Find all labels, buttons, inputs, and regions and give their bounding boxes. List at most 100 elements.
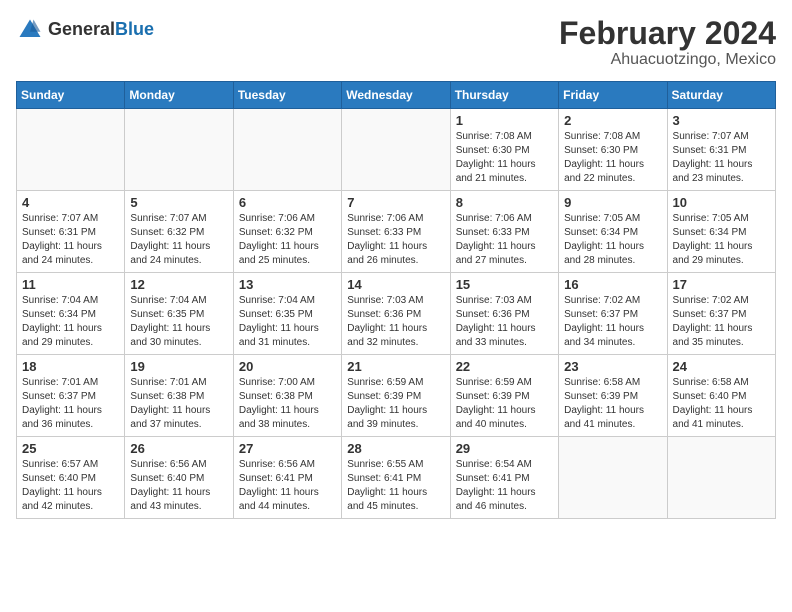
table-row: 15 Sunrise: 7:03 AM Sunset: 6:36 PM Dayli… xyxy=(450,273,558,355)
table-row xyxy=(233,109,341,191)
day-info: Sunrise: 7:04 AM Sunset: 6:35 PM Dayligh… xyxy=(130,294,227,350)
day-number: 13 xyxy=(239,277,336,292)
table-row xyxy=(342,109,450,191)
calendar-header-row: Sunday Monday Tuesday Wednesday Thursday… xyxy=(17,82,776,109)
header-thursday: Thursday xyxy=(450,82,558,109)
day-info: Sunrise: 6:59 AM Sunset: 6:39 PM Dayligh… xyxy=(456,376,553,432)
table-row: 4 Sunrise: 7:07 AM Sunset: 6:31 PM Daylig… xyxy=(17,191,125,273)
table-row: 12Sunrise: 7:04 AM Sunset: 6:35 PM Dayli… xyxy=(125,273,233,355)
day-info: Sunrise: 6:58 AM Sunset: 6:40 PM Dayligh… xyxy=(673,376,770,432)
table-row: 17 Sunrise: 7:02 AM Sunset: 6:37 PM Dayli… xyxy=(667,273,775,355)
day-info: Sunrise: 7:01 AM Sunset: 6:37 PM Dayligh… xyxy=(22,376,119,432)
day-info: Sunrise: 7:05 AM Sunset: 6:34 PM Dayligh… xyxy=(673,212,770,268)
table-row: 20 Sunrise: 7:00 AM Sunset: 6:38 PM Dayli… xyxy=(233,355,341,437)
day-number: 19 xyxy=(130,359,227,374)
table-row: 23 Sunrise: 6:58 AM Sunset: 6:39 PM Dayli… xyxy=(559,355,667,437)
logo-general: GeneralBlue xyxy=(48,20,154,40)
day-info: Sunrise: 6:56 AM Sunset: 6:40 PM Dayligh… xyxy=(130,458,227,514)
table-row xyxy=(559,437,667,519)
table-row xyxy=(667,437,775,519)
day-number: 11 xyxy=(22,277,119,292)
day-number: 20 xyxy=(239,359,336,374)
table-row: 6 Sunrise: 7:06 AM Sunset: 6:32 PM Daylig… xyxy=(233,191,341,273)
day-info: Sunrise: 7:08 AM Sunset: 6:30 PM Dayligh… xyxy=(456,130,553,186)
table-row xyxy=(17,109,125,191)
table-row: 24Sunrise: 6:58 AM Sunset: 6:40 PM Dayli… xyxy=(667,355,775,437)
day-number: 10 xyxy=(673,195,770,210)
table-row: 3Sunrise: 7:07 AM Sunset: 6:31 PM Daylig… xyxy=(667,109,775,191)
calendar-table: Sunday Monday Tuesday Wednesday Thursday… xyxy=(16,81,776,519)
day-number: 23 xyxy=(564,359,661,374)
table-row: 9 Sunrise: 7:05 AM Sunset: 6:34 PM Daylig… xyxy=(559,191,667,273)
day-info: Sunrise: 6:58 AM Sunset: 6:39 PM Dayligh… xyxy=(564,376,661,432)
day-number: 29 xyxy=(456,441,553,456)
table-row: 19 Sunrise: 7:01 AM Sunset: 6:38 PM Dayli… xyxy=(125,355,233,437)
day-number: 14 xyxy=(347,277,444,292)
table-row: 21Sunrise: 6:59 AM Sunset: 6:39 PM Dayli… xyxy=(342,355,450,437)
header-saturday: Saturday xyxy=(667,82,775,109)
location-title: Ahuacuotzingo, Mexico xyxy=(559,51,776,69)
day-info: Sunrise: 7:07 AM Sunset: 6:32 PM Dayligh… xyxy=(130,212,227,268)
day-info: Sunrise: 6:56 AM Sunset: 6:41 PM Dayligh… xyxy=(239,458,336,514)
table-row xyxy=(125,109,233,191)
day-number: 25 xyxy=(22,441,119,456)
day-info: Sunrise: 7:02 AM Sunset: 6:37 PM Dayligh… xyxy=(564,294,661,350)
day-info: Sunrise: 6:57 AM Sunset: 6:40 PM Dayligh… xyxy=(22,458,119,514)
day-info: Sunrise: 7:02 AM Sunset: 6:37 PM Dayligh… xyxy=(673,294,770,350)
day-info: Sunrise: 7:03 AM Sunset: 6:36 PM Dayligh… xyxy=(456,294,553,350)
logo-icon xyxy=(16,16,44,44)
day-number: 22 xyxy=(456,359,553,374)
header-friday: Friday xyxy=(559,82,667,109)
table-row: 16 Sunrise: 7:02 AM Sunset: 6:37 PM Dayli… xyxy=(559,273,667,355)
day-info: Sunrise: 7:04 AM Sunset: 6:35 PM Dayligh… xyxy=(239,294,336,350)
day-info: Sunrise: 7:03 AM Sunset: 6:36 PM Dayligh… xyxy=(347,294,444,350)
day-number: 26 xyxy=(130,441,227,456)
table-row: 13 Sunrise: 7:04 AM Sunset: 6:35 PM Dayli… xyxy=(233,273,341,355)
day-number: 27 xyxy=(239,441,336,456)
month-title: February 2024 xyxy=(559,16,776,51)
calendar-week-row: 1Sunrise: 7:08 AM Sunset: 6:30 PM Daylig… xyxy=(17,109,776,191)
day-info: Sunrise: 7:06 AM Sunset: 6:33 PM Dayligh… xyxy=(456,212,553,268)
table-row: 1Sunrise: 7:08 AM Sunset: 6:30 PM Daylig… xyxy=(450,109,558,191)
day-info: Sunrise: 7:07 AM Sunset: 6:31 PM Dayligh… xyxy=(22,212,119,268)
header: GeneralBlue February 2024 Ahuacuotzingo,… xyxy=(16,16,776,69)
day-number: 5 xyxy=(130,195,227,210)
day-info: Sunrise: 7:07 AM Sunset: 6:31 PM Dayligh… xyxy=(673,130,770,186)
day-number: 4 xyxy=(22,195,119,210)
table-row: 18 Sunrise: 7:01 AM Sunset: 6:37 PM Dayli… xyxy=(17,355,125,437)
day-info: Sunrise: 6:55 AM Sunset: 6:41 PM Dayligh… xyxy=(347,458,444,514)
header-monday: Monday xyxy=(125,82,233,109)
calendar-week-row: 11 Sunrise: 7:04 AM Sunset: 6:34 PM Dayli… xyxy=(17,273,776,355)
day-number: 6 xyxy=(239,195,336,210)
day-number: 2 xyxy=(564,113,661,128)
table-row: 28 Sunrise: 6:55 AM Sunset: 6:41 PM Dayli… xyxy=(342,437,450,519)
day-info: Sunrise: 7:00 AM Sunset: 6:38 PM Dayligh… xyxy=(239,376,336,432)
day-info: Sunrise: 7:06 AM Sunset: 6:32 PM Dayligh… xyxy=(239,212,336,268)
header-wednesday: Wednesday xyxy=(342,82,450,109)
logo: GeneralBlue xyxy=(16,16,154,44)
table-row: 11 Sunrise: 7:04 AM Sunset: 6:34 PM Dayli… xyxy=(17,273,125,355)
day-info: Sunrise: 7:04 AM Sunset: 6:34 PM Dayligh… xyxy=(22,294,119,350)
day-number: 15 xyxy=(456,277,553,292)
table-row: 8Sunrise: 7:06 AM Sunset: 6:33 PM Daylig… xyxy=(450,191,558,273)
table-row: 2Sunrise: 7:08 AM Sunset: 6:30 PM Daylig… xyxy=(559,109,667,191)
day-number: 18 xyxy=(22,359,119,374)
day-info: Sunrise: 7:06 AM Sunset: 6:33 PM Dayligh… xyxy=(347,212,444,268)
table-row: 22 Sunrise: 6:59 AM Sunset: 6:39 PM Dayli… xyxy=(450,355,558,437)
table-row: 25 Sunrise: 6:57 AM Sunset: 6:40 PM Dayli… xyxy=(17,437,125,519)
day-number: 17 xyxy=(673,277,770,292)
table-row: 29 Sunrise: 6:54 AM Sunset: 6:41 PM Dayli… xyxy=(450,437,558,519)
day-info: Sunrise: 6:54 AM Sunset: 6:41 PM Dayligh… xyxy=(456,458,553,514)
day-number: 28 xyxy=(347,441,444,456)
table-row: 26 Sunrise: 6:56 AM Sunset: 6:40 PM Dayli… xyxy=(125,437,233,519)
day-number: 9 xyxy=(564,195,661,210)
header-tuesday: Tuesday xyxy=(233,82,341,109)
day-info: Sunrise: 7:01 AM Sunset: 6:38 PM Dayligh… xyxy=(130,376,227,432)
day-number: 7 xyxy=(347,195,444,210)
header-sunday: Sunday xyxy=(17,82,125,109)
day-info: Sunrise: 7:05 AM Sunset: 6:34 PM Dayligh… xyxy=(564,212,661,268)
table-row: 27 Sunrise: 6:56 AM Sunset: 6:41 PM Dayli… xyxy=(233,437,341,519)
day-number: 16 xyxy=(564,277,661,292)
table-row: 7 Sunrise: 7:06 AM Sunset: 6:33 PM Daylig… xyxy=(342,191,450,273)
table-row: 10 Sunrise: 7:05 AM Sunset: 6:34 PM Dayli… xyxy=(667,191,775,273)
